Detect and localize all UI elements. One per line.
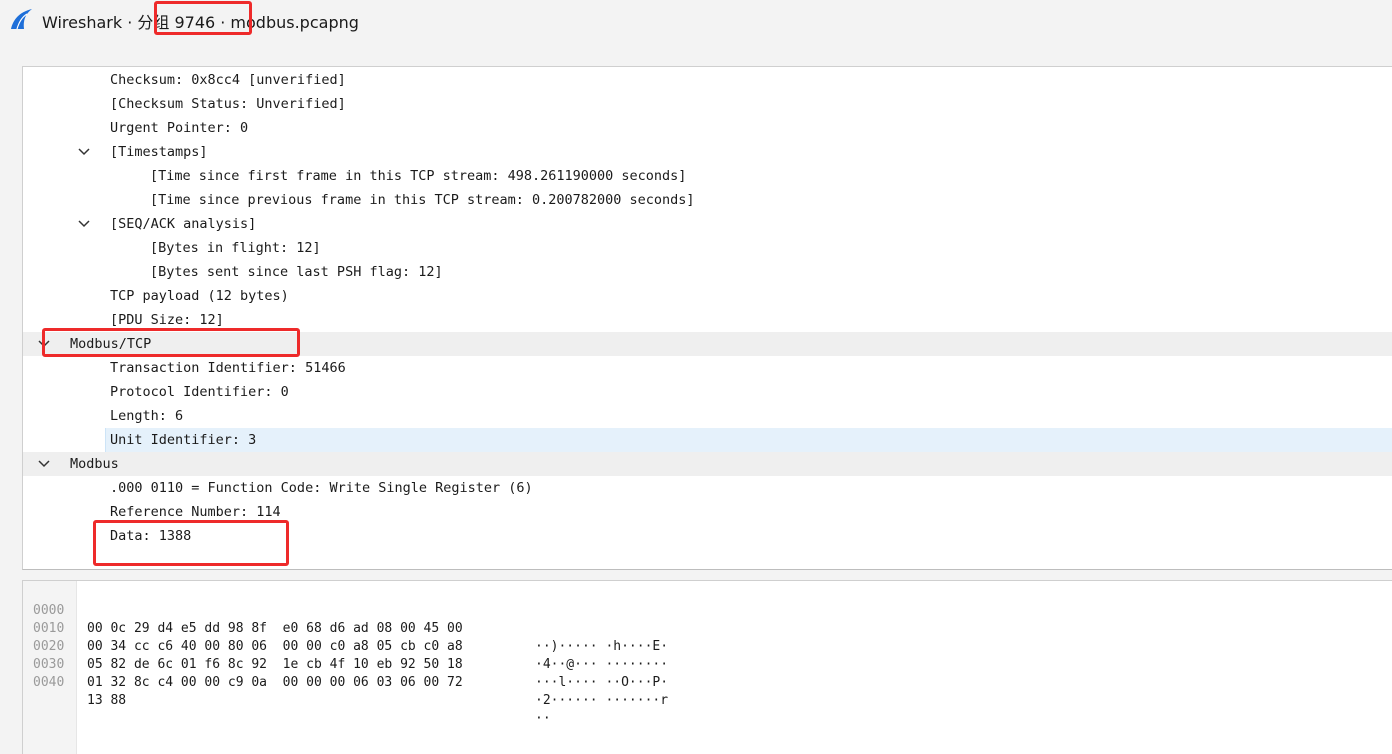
tree-item[interactable]: Transaction Identifier: 51466 [23,356,1392,380]
hex-row[interactable]: 0010 00 34 cc c6 40 00 80 06 00 00 c0 a8… [23,602,1392,672]
tree-item[interactable]: Length: 6 [23,404,1392,428]
tree-item[interactable]: Urgent Pointer: 0 [23,116,1392,140]
tree-item-timestamps[interactable]: [Timestamps] [23,140,1392,164]
hex-ascii[interactable]: ·2······ ·······r [535,692,668,710]
tree-item[interactable]: .000 0110 = Function Code: Write Single … [23,476,1392,500]
tree-item[interactable]: Protocol Identifier: 0 [23,380,1392,404]
tree-item-label: [Timestamps] [110,144,208,160]
tree-item-label: TCP payload (12 bytes) [110,288,289,304]
tree-item-label: [Bytes in flight: 12] [150,240,321,256]
tree-item-label: Protocol Identifier: 0 [110,384,289,400]
annotation-box-packet-number [154,1,252,35]
tree-item-label: [Checksum Status: Unverified] [110,96,346,112]
tree-item-label: .000 0110 = Function Code: Write Single … [110,480,533,496]
tree-item[interactable]: [Bytes sent since last PSH flag: 12] [23,260,1392,284]
tree-item-label: Length: 6 [110,408,184,424]
tree-item-label: Transaction Identifier: 51466 [110,360,346,376]
tree-item-label: [Time since first frame in this TCP stre… [150,168,687,184]
tree-item-label: Urgent Pointer: 0 [110,120,249,136]
tree-item-label: [PDU Size: 12] [110,312,224,328]
hex-row[interactable]: 0020 05 82 de 6c 01 f6 8c 92 1e cb 4f 10… [23,620,1392,690]
tree-item-label: [Bytes sent since last PSH flag: 12] [150,264,443,280]
hex-ascii[interactable]: ···l···· ··O···P· [535,674,668,692]
chevron-down-icon[interactable] [77,146,91,158]
tree-item[interactable]: [Checksum Status: Unverified] [23,92,1392,116]
hex-bytes[interactable]: 13 88 [87,692,126,710]
tree-item-label: Reference Number: 114 [110,504,281,520]
tree-item[interactable]: Checksum: 0x8cc4 [unverified] [23,68,1392,92]
annotation-box-modbus-tcp [42,328,300,357]
wireshark-fin-icon [11,9,32,30]
tree-item[interactable]: [Bytes in flight: 12] [23,236,1392,260]
chevron-down-icon[interactable] [37,458,51,470]
selection-highlight [105,428,1392,452]
tree-item-label: Checksum: 0x8cc4 [unverified] [110,72,346,88]
tree-item-label: Unit Identifier: 3 [110,432,257,448]
hex-ascii[interactable]: ·· [535,710,551,728]
tree-item-selected[interactable]: Unit Identifier: 3 [23,428,1392,452]
chevron-down-icon[interactable] [77,218,91,230]
packet-details-pane[interactable]: Checksum: 0x8cc4 [unverified] [Checksum … [22,66,1392,570]
tree-item-label: [SEQ/ACK analysis] [110,216,257,232]
tree-item-label: Modbus [70,456,119,472]
tree-item[interactable]: [Time since first frame in this TCP stre… [23,164,1392,188]
hex-row[interactable]: 0000 00 0c 29 d4 e5 dd 98 8f e0 68 d6 ad… [23,584,1392,654]
hex-row[interactable]: 0040 13 88 ·· [23,656,1392,726]
tree-item-modbus[interactable]: Modbus [23,452,1392,476]
tree-item[interactable]: TCP payload (12 bytes) [23,284,1392,308]
packet-bytes-pane[interactable]: 0000 00 0c 29 d4 e5 dd 98 8f e0 68 d6 ad… [22,580,1392,754]
annotation-box-data [93,520,289,566]
hex-bytes[interactable]: 01 32 8c c4 00 00 c9 0a 00 00 00 06 03 0… [87,674,463,692]
tree-item-seq-ack-analysis[interactable]: [SEQ/ACK analysis] [23,212,1392,236]
hex-row[interactable]: 0030 01 32 8c c4 00 00 c9 0a 00 00 00 06… [23,638,1392,708]
tree-item[interactable]: [Time since previous frame in this TCP s… [23,188,1392,212]
tree-item-label: [Time since previous frame in this TCP s… [150,192,695,208]
hex-offset: 0040 [33,675,65,690]
